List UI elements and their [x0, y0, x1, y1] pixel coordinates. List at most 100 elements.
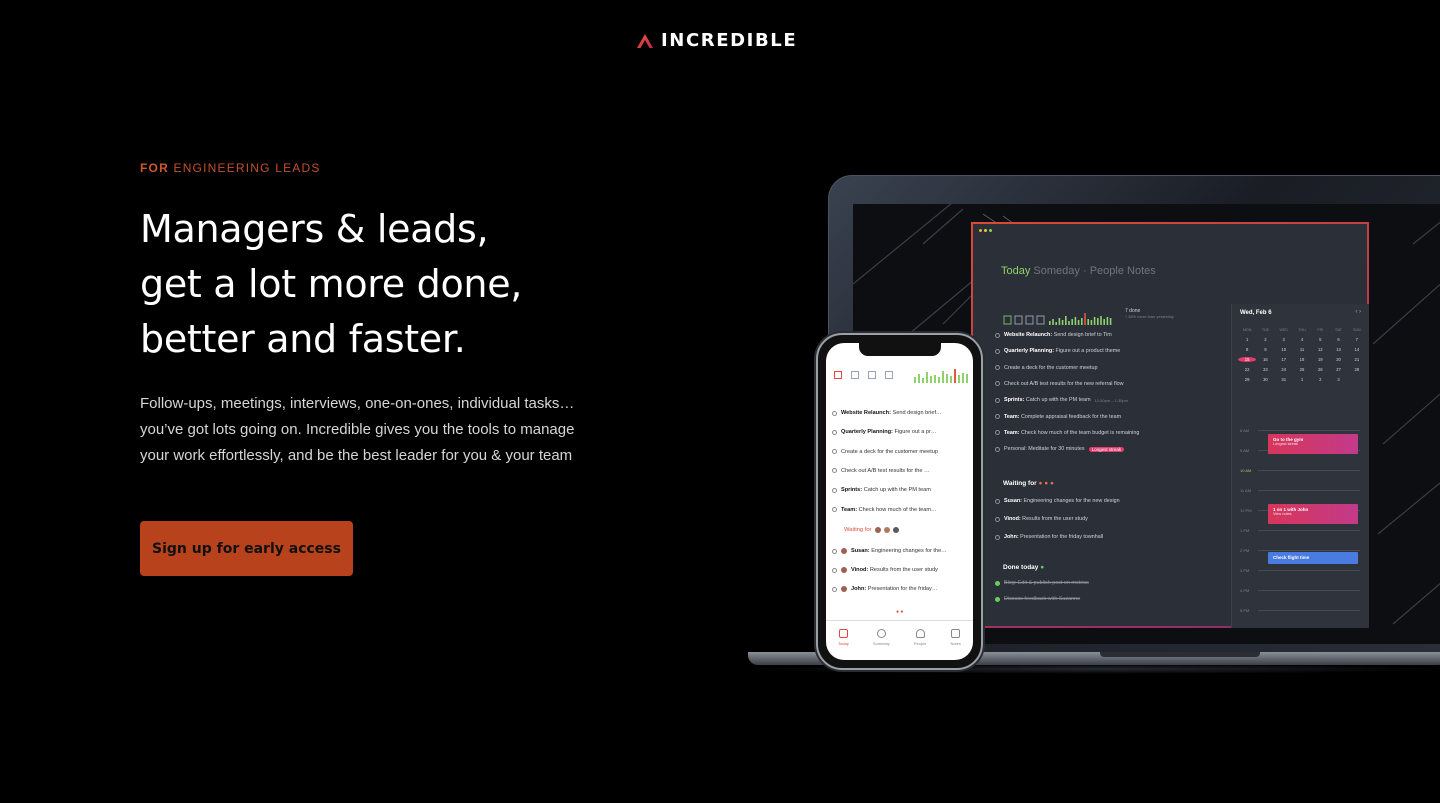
desktop-task-item[interactable]: Website Relaunch: Send design brief to T…: [995, 332, 1112, 338]
checkbox-icon[interactable]: [995, 397, 1000, 403]
desktop-waiting-item[interactable]: John: Presentation for the friday townha…: [995, 534, 1103, 540]
desktop-waiting-item[interactable]: Susan: Engineering changes for the new d…: [995, 498, 1120, 504]
phone-task-item[interactable]: Sprints: Catch up with the PM team: [832, 487, 931, 493]
calendar-day[interactable]: 30: [1256, 377, 1274, 382]
checkbox-icon[interactable]: [832, 487, 837, 493]
calendar-day[interactable]: 11: [1293, 347, 1311, 352]
calendar-day[interactable]: 9: [1256, 347, 1274, 352]
phone-waiting-item[interactable]: Susan: Engineering changes for the…: [832, 548, 947, 554]
calendar-day[interactable]: 26: [1311, 367, 1329, 372]
checkbox-icon[interactable]: [995, 365, 1000, 371]
phone-task-item[interactable]: Quarterly Planning: Figure out a pr…: [832, 429, 936, 435]
checkbox-icon[interactable]: [995, 381, 1000, 387]
calendar-day[interactable]: 15: [1238, 357, 1257, 362]
calendar-day[interactable]: 2: [1256, 337, 1274, 342]
desktop-task-item[interactable]: Check out A/B test results for the new r…: [995, 381, 1124, 387]
checkbox-icon[interactable]: [995, 534, 1000, 540]
window-controls[interactable]: [979, 229, 992, 232]
calendar-nav[interactable]: ‹ ›: [1355, 309, 1361, 315]
view-mode-icons[interactable]: [1003, 315, 1047, 325]
desktop-done-item[interactable]: Discuss feedback with Suzanne: [995, 596, 1080, 602]
sun-icon: [876, 629, 886, 638]
tab-someday[interactable]: Someday: [1033, 265, 1079, 277]
desktop-done-item[interactable]: Blog: Edit & publish post on metrics: [995, 580, 1089, 586]
calendar-event[interactable]: Check flight time: [1268, 552, 1358, 564]
tab-today[interactable]: Today: [1001, 265, 1030, 277]
calendar-day[interactable]: 12: [1311, 347, 1329, 352]
calendar-day[interactable]: 10: [1275, 347, 1293, 352]
checkbox-icon[interactable]: [995, 414, 1000, 419]
phone-task-item[interactable]: Team: Check how much of the team…: [832, 507, 937, 513]
calendar-day[interactable]: 18: [1293, 357, 1311, 362]
checkbox-icon[interactable]: [832, 507, 837, 512]
desktop-task-item[interactable]: Personal: Meditate for 30 minutes Longest…: [995, 446, 1125, 452]
calendar-day[interactable]: 3: [1275, 337, 1293, 342]
tab-notes[interactable]: Notes: [1127, 265, 1156, 277]
calendar-day[interactable]: 27: [1329, 367, 1347, 372]
phone-view-icons[interactable]: [834, 371, 893, 379]
calendar-day[interactable]: 28: [1348, 367, 1366, 372]
calendar-day[interactable]: 21: [1348, 357, 1366, 362]
signup-early-access-button[interactable]: Sign up for early access: [140, 521, 353, 576]
activity-bars: [1049, 313, 1112, 325]
calendar-day[interactable]: 6: [1329, 337, 1347, 342]
desktop-task-item[interactable]: Team: Complete appraisal feedback for th…: [995, 414, 1121, 420]
phone-tab-notes[interactable]: Notes: [950, 629, 961, 660]
person-icon: [915, 629, 925, 638]
calendar-day[interactable]: 3: [1329, 377, 1347, 382]
desktop-waiting-item[interactable]: Vinod: Results from the user study: [995, 516, 1088, 522]
calendar-day[interactable]: 23: [1256, 367, 1274, 372]
calendar-day[interactable]: 7: [1348, 337, 1366, 342]
desktop-task-item[interactable]: Sprints: Catch up with the PM team 12:30p…: [995, 397, 1128, 403]
checkbox-icon[interactable]: [995, 498, 1000, 504]
desktop-task-item[interactable]: Quarterly Planning: Figure out a product…: [995, 348, 1120, 354]
checkbox-icon[interactable]: [995, 446, 1000, 452]
desktop-task-item[interactable]: Create a deck for the customer meetup: [995, 365, 1097, 371]
phone-tab-someday[interactable]: Someday: [873, 629, 890, 660]
phone-tab-today[interactable]: Today: [838, 629, 849, 660]
checkbox-icon[interactable]: [832, 548, 837, 554]
phone-task-item[interactable]: Check out A/B test results for the …: [832, 468, 930, 474]
calendar-day[interactable]: 24: [1275, 367, 1293, 372]
checkbox-icon[interactable]: [995, 332, 1000, 338]
calendar-day[interactable]: 19: [1311, 357, 1329, 362]
calendar-day[interactable]: 31: [1275, 377, 1293, 382]
calendar-day[interactable]: 4: [1293, 337, 1311, 342]
checkbox-icon[interactable]: [995, 516, 1000, 522]
phone-task-item[interactable]: Create a deck for the customer meetup: [832, 449, 938, 455]
calendar-day[interactable]: 25: [1293, 367, 1311, 372]
checkbox-icon[interactable]: [995, 596, 1000, 602]
checkbox-icon[interactable]: [832, 468, 837, 474]
calendar-day[interactable]: 13: [1329, 347, 1347, 352]
calendar-day[interactable]: 1: [1238, 337, 1256, 342]
calendar-day[interactable]: 1: [1293, 377, 1311, 382]
brand-logo[interactable]: INCREDIBLE: [636, 30, 797, 51]
phone-task-item[interactable]: Website Relaunch: Send design brief…: [832, 410, 942, 416]
calendar-day[interactable]: 29: [1238, 377, 1256, 382]
tab-people[interactable]: People: [1090, 265, 1124, 277]
phone-waiting-item[interactable]: Vinod: Results from the user study: [832, 567, 938, 573]
calendar-day[interactable]: 16: [1256, 357, 1274, 362]
checkbox-icon[interactable]: [995, 430, 1000, 436]
checkbox-icon[interactable]: [832, 449, 837, 455]
calendar-day[interactable]: 2: [1311, 377, 1329, 382]
calendar-day[interactable]: 17: [1275, 357, 1293, 362]
calendar-day[interactable]: 14: [1348, 347, 1366, 352]
checkbox-icon[interactable]: [832, 410, 837, 416]
calendar-event[interactable]: 1 on 1 with John View notes: [1268, 504, 1358, 524]
calendar-day[interactable]: 5: [1311, 337, 1329, 342]
calendar-event[interactable]: Go to the gym Longest streak: [1268, 434, 1358, 454]
activity-bar: [966, 374, 968, 383]
phone-waiting-item[interactable]: John: Presentation for the friday…: [832, 586, 937, 592]
desktop-task-item[interactable]: Team: Check how much of the team budget …: [995, 430, 1139, 436]
calendar-day[interactable]: 8: [1238, 347, 1256, 352]
checkbox-icon[interactable]: [832, 429, 837, 435]
headline-line-2: get a lot more done,: [140, 262, 523, 306]
checkbox-icon[interactable]: [832, 567, 837, 573]
calendar-day[interactable]: 20: [1329, 357, 1347, 362]
checkbox-icon[interactable]: [995, 580, 1000, 586]
calendar-day[interactable]: 22: [1238, 367, 1256, 372]
phone-tab-people[interactable]: People: [914, 629, 926, 660]
checkbox-icon[interactable]: [995, 348, 1000, 354]
checkbox-icon[interactable]: [832, 586, 837, 592]
